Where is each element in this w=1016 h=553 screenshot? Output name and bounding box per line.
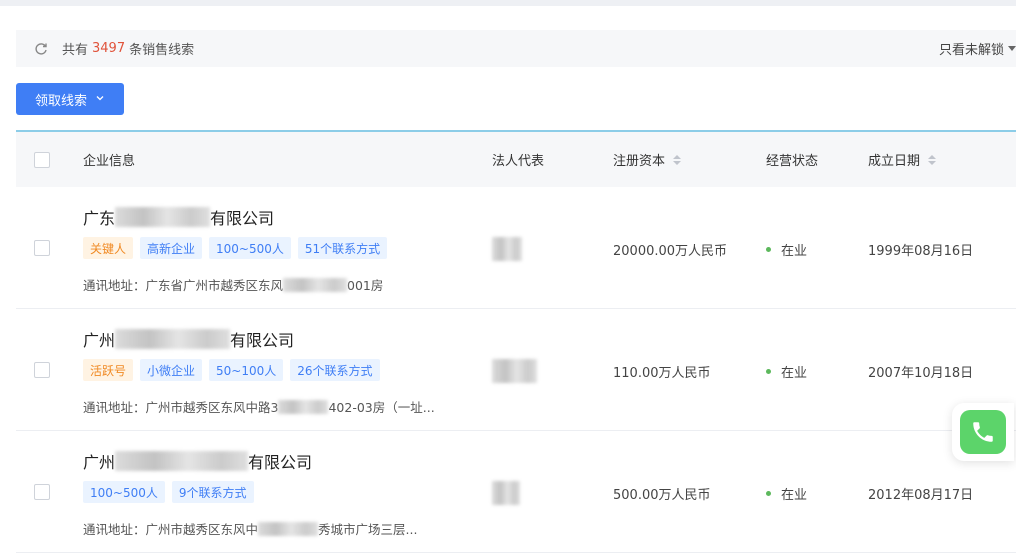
company-tags: 关键人 高新企业 100~500人 51个联系方式 xyxy=(83,237,388,259)
tag: 小微企业 xyxy=(140,359,203,381)
tag: 高新企业 xyxy=(140,237,203,259)
column-company: 企业信息 xyxy=(83,154,136,169)
redacted-text xyxy=(115,451,249,471)
unlock-filter-dropdown[interactable]: 只看未解锁 xyxy=(939,30,1016,67)
company-address: 通讯地址：广东省广州市越秀区东风 001房 xyxy=(83,277,384,293)
founded-date: 2007年10月18日 xyxy=(868,366,974,381)
row-checkbox[interactable] xyxy=(34,362,50,378)
claim-leads-button[interactable]: 领取线索 xyxy=(16,83,124,115)
table-header: 企业信息 法人代表 注册资本 经营状态 成立日期 xyxy=(16,130,1016,187)
business-status: 在业 xyxy=(766,362,807,381)
legal-rep xyxy=(492,481,520,509)
registered-capital: 500.00万人民币 xyxy=(613,488,711,503)
tag: 100~500人 xyxy=(83,481,165,503)
lead-summary-bar: 共有 3497 条销售线索 只看未解锁 xyxy=(16,30,1016,67)
lead-count: 3497 xyxy=(92,41,126,56)
top-strip xyxy=(0,0,1016,6)
sort-icon[interactable] xyxy=(673,154,682,165)
table-row[interactable]: 广州 有限公司 活跃号 小微企业 50~100人 26个联系方式 通讯地址：广州… xyxy=(16,309,1016,431)
summary-prefix: 共有 xyxy=(62,43,89,58)
company-name[interactable]: 广州 有限公司 xyxy=(83,327,294,351)
business-status: 在业 xyxy=(766,484,807,503)
column-status: 经营状态 xyxy=(766,154,819,169)
tag: 100~500人 xyxy=(209,237,291,259)
table-row[interactable]: 广东 有限公司 关键人 高新企业 100~500人 51个联系方式 通讯地址：广… xyxy=(16,187,1016,309)
summary-suffix: 条销售线索 xyxy=(129,43,195,58)
founded-date: 1999年08月16日 xyxy=(868,244,974,259)
status-dot xyxy=(766,369,771,374)
company-tags: 100~500人 9个联系方式 xyxy=(83,481,254,503)
refresh-icon[interactable] xyxy=(34,42,48,56)
tag: 9个联系方式 xyxy=(171,481,254,503)
column-founded[interactable]: 成立日期 xyxy=(868,150,937,169)
business-status: 在业 xyxy=(766,240,807,259)
sort-icon[interactable] xyxy=(928,154,937,165)
call-button[interactable] xyxy=(952,403,1014,461)
registered-capital: 20000.00万人民币 xyxy=(613,244,728,259)
tag: 活跃号 xyxy=(83,359,134,381)
filter-label: 只看未解锁 xyxy=(938,43,1004,58)
column-legal-rep: 法人代表 xyxy=(492,154,545,169)
leads-table: 企业信息 法人代表 注册资本 经营状态 成立日期 广东 有限公司 关键人 高新企… xyxy=(16,130,1016,553)
select-all-checkbox[interactable] xyxy=(34,151,50,168)
status-dot xyxy=(766,491,771,496)
company-address: 通讯地址：广州市越秀区东风中 秀城市广场三层... xyxy=(83,521,418,537)
legal-rep xyxy=(492,237,522,265)
row-checkbox[interactable] xyxy=(34,484,50,500)
tag: 51个联系方式 xyxy=(297,237,388,259)
phone-icon xyxy=(960,410,1006,454)
registered-capital: 110.00万人民币 xyxy=(613,366,711,381)
claim-leads-label: 领取线索 xyxy=(34,93,87,109)
chevron-down-icon xyxy=(95,92,105,107)
row-checkbox[interactable] xyxy=(34,240,50,256)
tag: 关键人 xyxy=(83,237,134,259)
table-row[interactable]: 广州 有限公司 100~500人 9个联系方式 通讯地址：广州市越秀区东风中 秀… xyxy=(16,431,1016,553)
tag: 50~100人 xyxy=(209,359,284,381)
legal-rep xyxy=(492,359,537,387)
company-name[interactable]: 广州 有限公司 xyxy=(83,449,312,473)
company-tags: 活跃号 小微企业 50~100人 26个联系方式 xyxy=(83,359,380,381)
status-dot xyxy=(766,247,771,252)
caret-down-icon xyxy=(1008,46,1016,51)
redacted-text xyxy=(115,207,211,227)
company-address: 通讯地址：广州市越秀区东风中路3 402-03房（一址... xyxy=(83,399,435,415)
column-capital[interactable]: 注册资本 xyxy=(613,150,682,169)
redacted-text xyxy=(115,329,231,349)
tag: 26个联系方式 xyxy=(290,359,380,381)
company-name[interactable]: 广东 有限公司 xyxy=(83,205,274,229)
founded-date: 2012年08月17日 xyxy=(868,488,974,503)
